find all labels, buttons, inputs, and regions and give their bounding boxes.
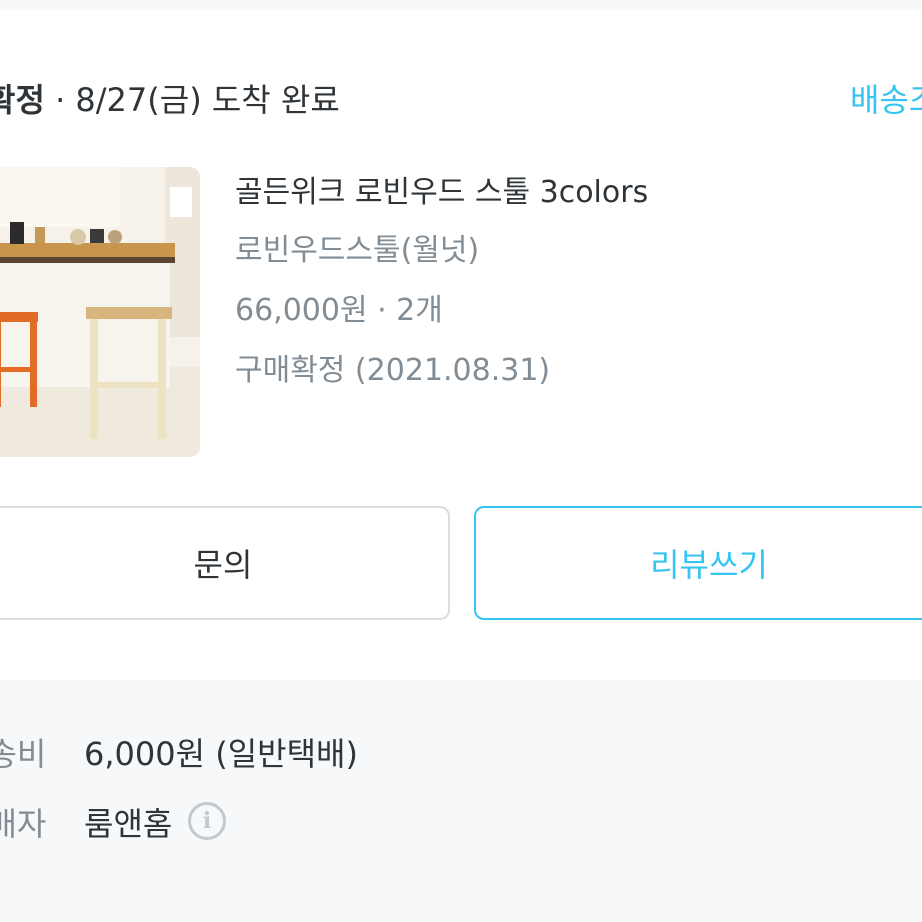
shipping-fee-value: 6,000원 (일반택배) (84, 735, 358, 773)
inquiry-button[interactable]: 문의 (0, 506, 450, 620)
order-status-strong: 확정 (0, 81, 45, 119)
product-thumbnail[interactable] (0, 167, 200, 457)
product-option: 로빈우드스툴(월넛) (235, 233, 480, 268)
top-divider (0, 0, 922, 10)
order-details-section (0, 680, 922, 922)
order-status-row: 확정 · 8/27(금) 도착 완료 배송조 (0, 78, 922, 122)
product-name[interactable]: 골든위크 로빈우드 스툴 3colors (235, 170, 648, 216)
write-review-button-label: 리뷰쓰기 (650, 546, 768, 584)
product-price-quantity: 66,000원 · 2개 (235, 293, 443, 328)
purchase-confirm-status: 구매확정 (2021.08.31) (235, 353, 551, 388)
order-status-detail: · 8/27(금) 도착 완료 (44, 81, 340, 119)
shipping-fee-label: 배송비 (0, 735, 47, 773)
order-status: 확정 · 8/27(금) 도착 완료 (0, 78, 340, 122)
info-icon[interactable]: i (188, 802, 226, 840)
seller-value: 룸앤홈 (84, 805, 173, 843)
seller-label: 판매자 (0, 805, 47, 843)
inquiry-button-label: 문의 (193, 546, 253, 584)
delivery-tracking-link[interactable]: 배송조 (850, 78, 922, 122)
write-review-button[interactable]: 리뷰쓰기 (474, 506, 922, 620)
